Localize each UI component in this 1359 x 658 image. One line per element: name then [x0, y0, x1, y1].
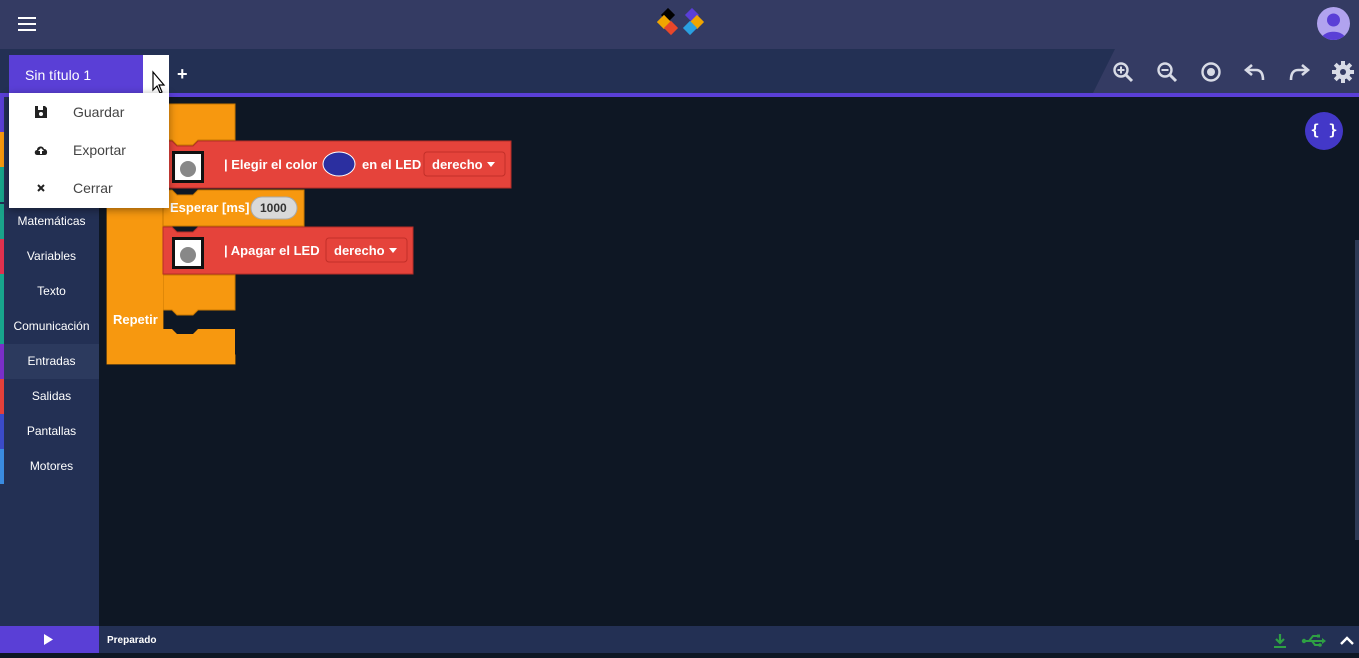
wait-label: Esperar [ms]: [170, 200, 250, 215]
led-icon: [172, 237, 204, 269]
status-text: Preparado: [107, 635, 157, 646]
chevron-up-icon[interactable]: [1338, 632, 1356, 650]
tab-dropdown-menu: Guardar Exportar Cerrar: [9, 93, 169, 208]
close-icon: [37, 184, 45, 192]
led-select[interactable]: derecho: [334, 243, 385, 258]
set-color-label: | Elegir el color: [224, 157, 318, 172]
menu-item-label: Guardar: [73, 104, 125, 120]
repeat-block-bottom: [163, 329, 235, 364]
led-select[interactable]: derecho: [432, 157, 483, 172]
menu-item-label: Exportar: [73, 142, 126, 158]
cloud-upload-icon: [34, 146, 48, 155]
repeat-block-mid: [162, 274, 236, 316]
on-led-label: en el LED: [362, 157, 422, 172]
led-icon: [172, 151, 204, 183]
download-icon[interactable]: [1271, 632, 1289, 650]
play-button[interactable]: [0, 626, 99, 653]
usb-icon[interactable]: [1301, 632, 1327, 650]
menu-item-close[interactable]: Cerrar: [9, 169, 169, 207]
workspace-scrollbar[interactable]: [1355, 240, 1359, 540]
play-icon: [44, 634, 53, 645]
wait-value[interactable]: 1000: [260, 201, 287, 215]
led-off-label: | Apagar el LED: [224, 243, 320, 258]
menu-item-export[interactable]: Exportar: [9, 131, 169, 169]
status-bar: [0, 626, 1359, 653]
menu-item-label: Cerrar: [73, 180, 113, 196]
menu-item-save[interactable]: Guardar: [9, 93, 169, 131]
code-view-button[interactable]: { }: [1305, 112, 1343, 150]
floppy-icon: [35, 106, 47, 118]
color-swatch: [322, 151, 356, 177]
repeat-label: Repetir: [113, 312, 158, 327]
block-canvas: [106, 103, 512, 365]
